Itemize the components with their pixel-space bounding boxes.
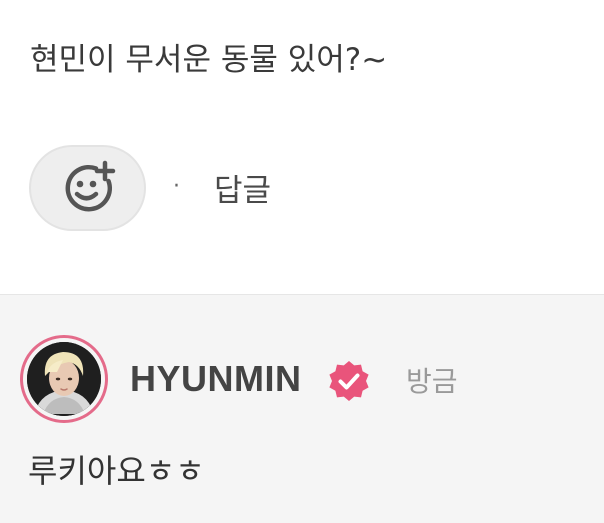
comment-text: 현민이 무서운 동물 있어?~ (30, 42, 388, 78)
author-name[interactable]: HYUNMIN (130, 357, 302, 401)
reply-button[interactable]: 답글 (214, 169, 271, 213)
avatar-image (27, 342, 101, 416)
comment-item: 현민이 무서운 동물 있어?~ · 답글 (0, 0, 604, 294)
add-reaction-smiley-icon (65, 160, 115, 212)
reply-item: HYUNMIN 방금 루키아요ㅎㅎ (0, 294, 604, 523)
reply-text: 루키아요ㅎㅎ (28, 452, 205, 490)
avatar[interactable] (20, 335, 108, 423)
add-reaction-button[interactable] (29, 145, 146, 231)
timestamp: 방금 (406, 365, 458, 398)
verified-badge-icon (329, 361, 369, 401)
separator-dot: · (173, 174, 180, 199)
